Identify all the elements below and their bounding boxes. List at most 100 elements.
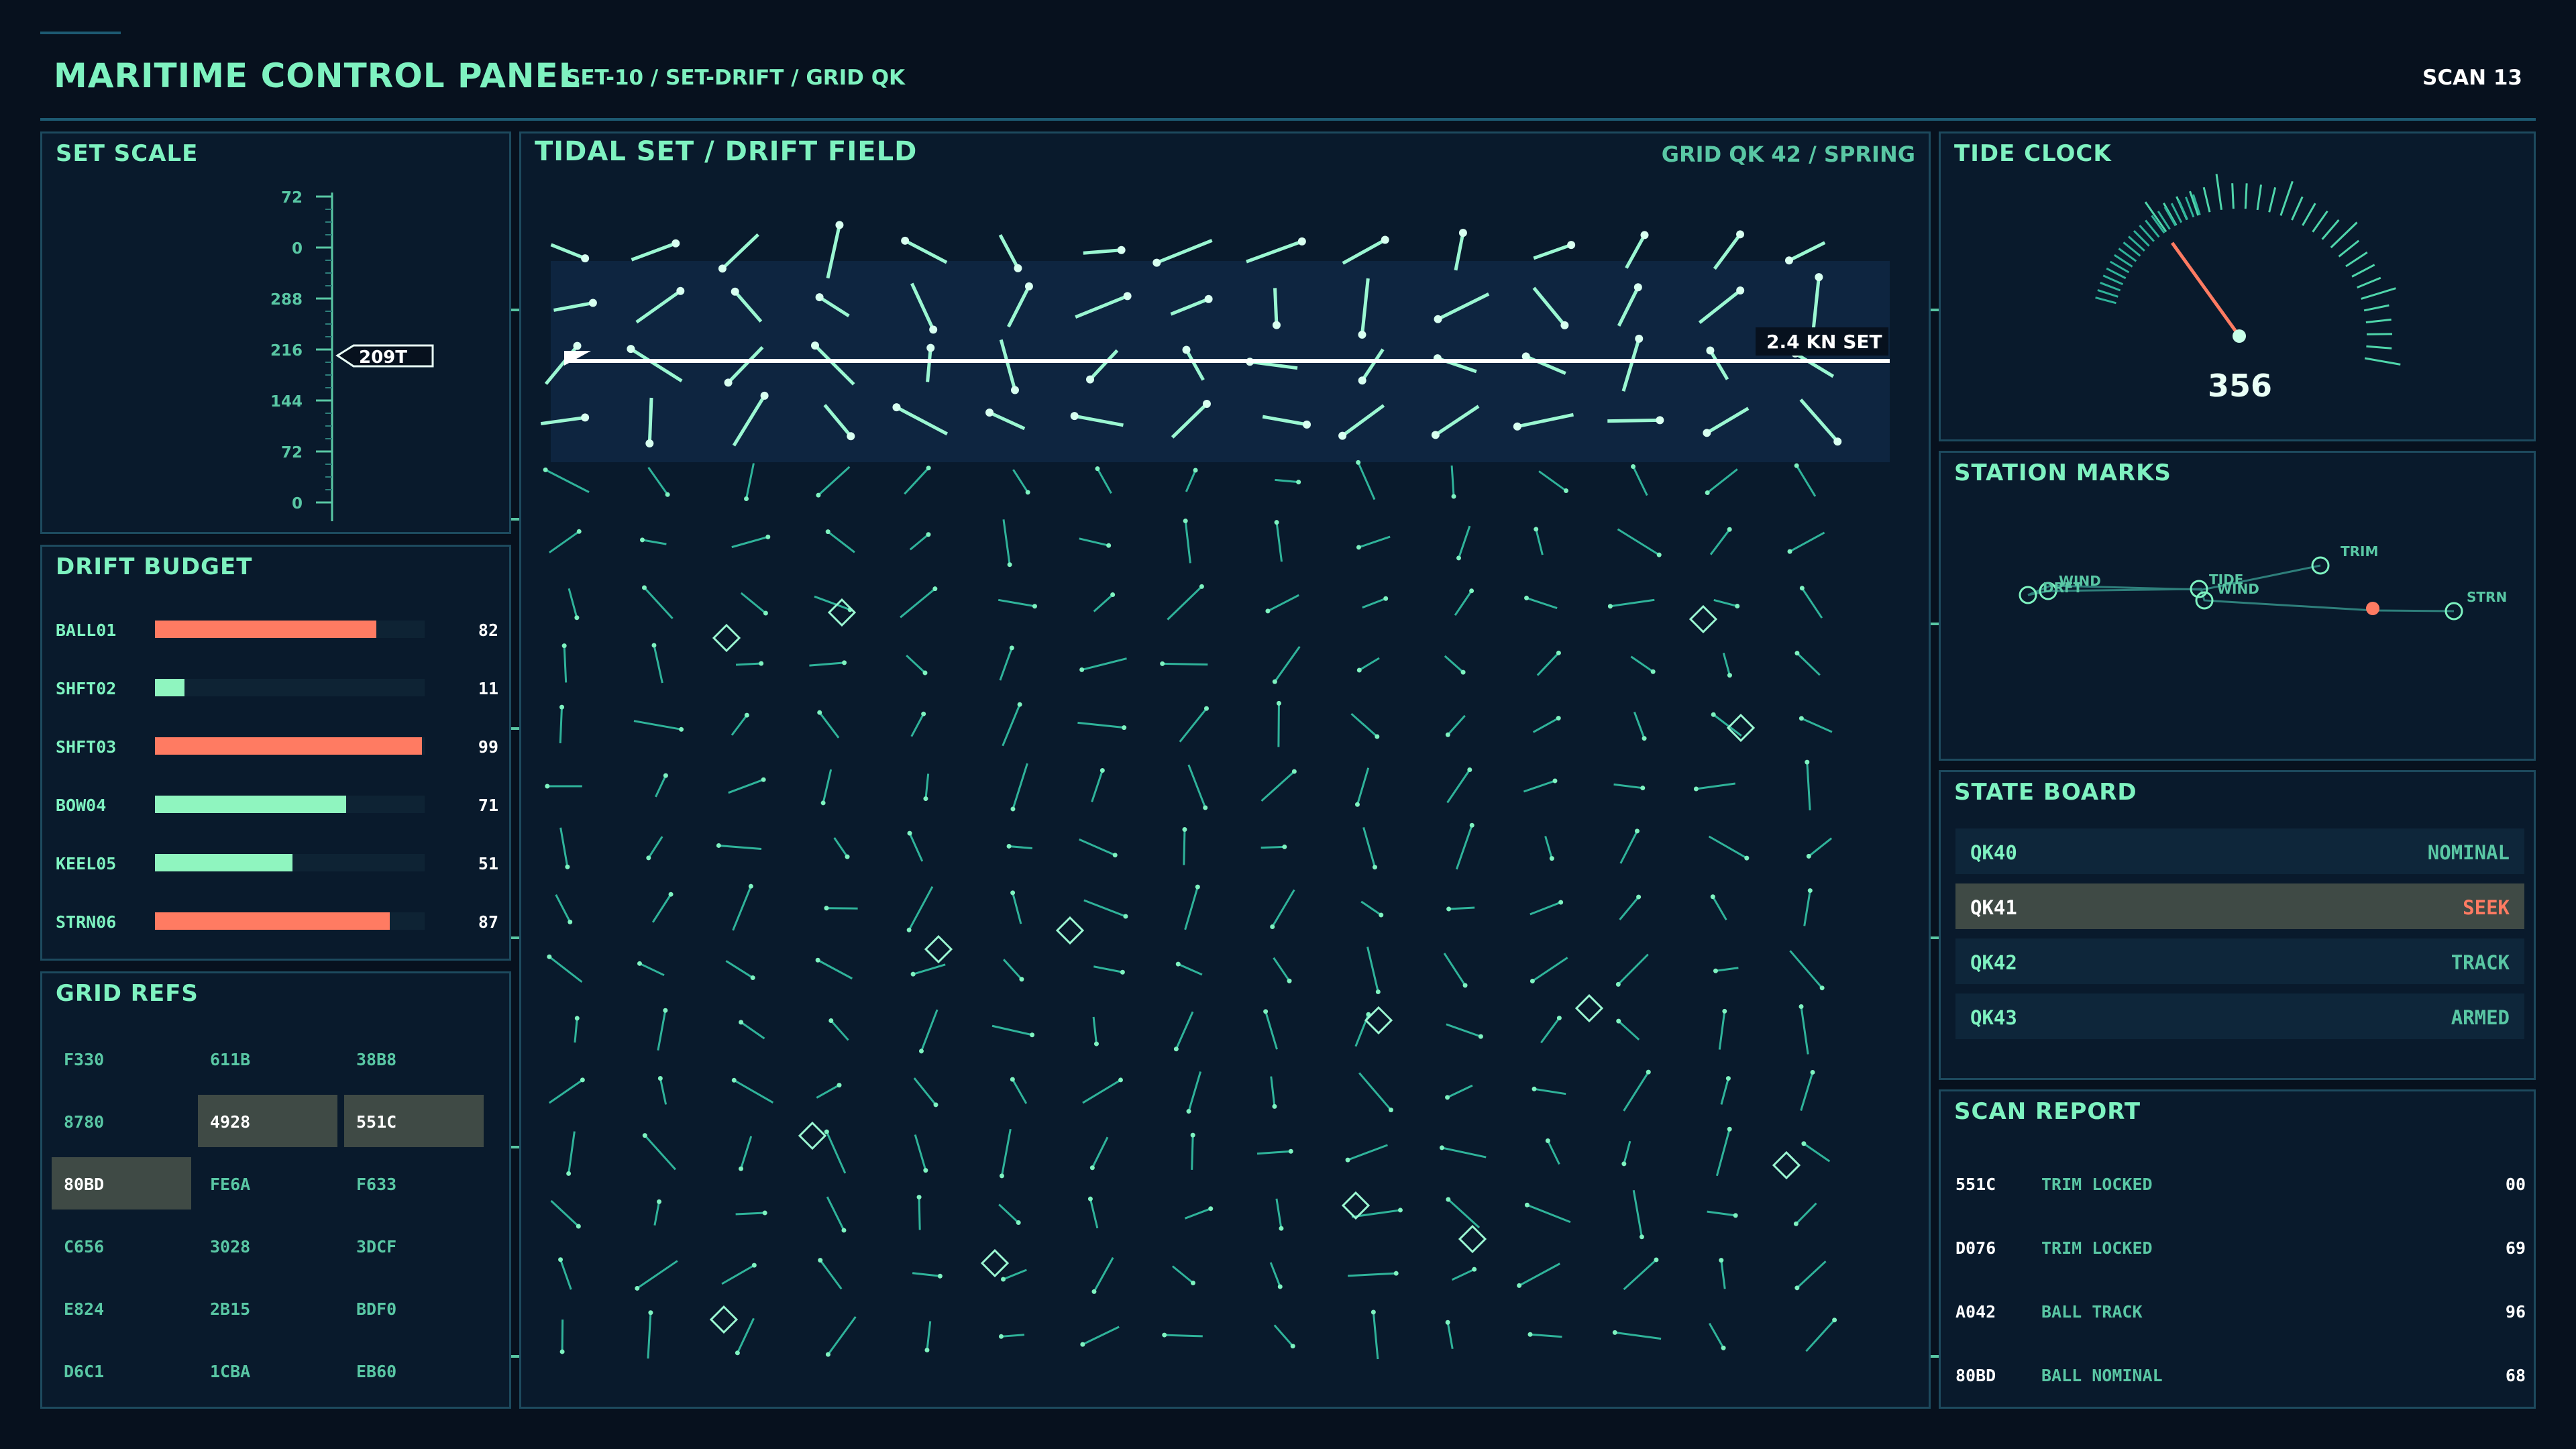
scale-marker[interactable]: 209T bbox=[335, 344, 434, 368]
drift-marker[interactable] bbox=[1458, 1224, 1487, 1254]
drift-vector-head bbox=[1279, 1226, 1284, 1231]
station-label: TRIM bbox=[2341, 543, 2378, 559]
drift-vector bbox=[906, 654, 926, 674]
budget-row[interactable]: KEEL05 51 bbox=[56, 850, 498, 877]
budget-row-label: KEEL05 bbox=[56, 854, 117, 873]
state-row[interactable]: QK40 NOMINAL bbox=[1955, 828, 2524, 874]
edge-tick bbox=[511, 518, 519, 521]
drift-vector-head bbox=[576, 529, 582, 534]
drift-vector bbox=[1526, 1203, 1571, 1224]
budget-row[interactable]: BOW04 71 bbox=[56, 792, 498, 818]
drift-vector bbox=[920, 1009, 938, 1052]
drift-vector bbox=[1617, 953, 1649, 985]
drift-vector bbox=[1720, 1260, 1726, 1289]
report-row[interactable]: 80BD BALL NOMINAL 68 bbox=[1955, 1366, 2526, 1393]
drift-marker[interactable] bbox=[1055, 916, 1085, 945]
grid-ref-cell[interactable]: EB60 bbox=[344, 1344, 484, 1397]
drift-vector-head bbox=[581, 254, 590, 263]
drift-marker[interactable] bbox=[1772, 1150, 1801, 1180]
drift-vector bbox=[1529, 1333, 1562, 1338]
drift-vector bbox=[1096, 468, 1112, 494]
drift-vector-head bbox=[1025, 490, 1030, 495]
drift-vector-head bbox=[892, 403, 901, 412]
drift-vector-head bbox=[811, 341, 820, 350]
drift-vector-head bbox=[1093, 1041, 1099, 1046]
budget-row[interactable]: SHFT03 99 bbox=[56, 733, 498, 760]
drift-vector-head bbox=[1345, 1157, 1350, 1163]
drift-vector bbox=[1722, 652, 1731, 676]
drift-vector bbox=[1342, 238, 1386, 265]
breadcrumb[interactable]: SET-10 / SET-DRIFT / GRID QK bbox=[566, 66, 905, 90]
grid-ref-cell[interactable]: E824 bbox=[52, 1282, 191, 1334]
drift-marker[interactable] bbox=[709, 1305, 739, 1334]
station-active-mark[interactable] bbox=[2366, 602, 2379, 615]
drift-vector bbox=[1348, 1272, 1397, 1277]
drift-vector-head bbox=[1182, 345, 1191, 354]
drift-vector bbox=[924, 773, 930, 799]
drift-marker[interactable] bbox=[1688, 604, 1718, 634]
drift-marker[interactable] bbox=[798, 1121, 827, 1150]
scale-tick-label: 72 bbox=[281, 444, 303, 462]
drift-marker[interactable] bbox=[1574, 994, 1604, 1023]
drift-vector-head bbox=[588, 299, 597, 307]
grid-ref-cell[interactable]: F633 bbox=[344, 1157, 484, 1210]
state-row[interactable]: QK43 ARMED bbox=[1955, 994, 2524, 1039]
report-row[interactable]: 551C TRIM LOCKED 00 bbox=[1955, 1175, 2526, 1201]
grid-ref-cell[interactable]: C656 bbox=[52, 1220, 191, 1272]
grid-ref-cell[interactable]: BDF0 bbox=[344, 1282, 484, 1334]
grid-ref-cell[interactable]: 1CBA bbox=[198, 1344, 337, 1397]
drift-vector-head bbox=[1087, 1196, 1093, 1201]
edge-tick bbox=[1931, 936, 1939, 939]
tide-clock-tick bbox=[2361, 287, 2396, 300]
budget-row[interactable]: BALL01 82 bbox=[56, 616, 498, 643]
grid-ref-cell[interactable]: 8780 bbox=[52, 1095, 191, 1147]
drift-vector bbox=[1446, 1023, 1481, 1038]
drift-marker[interactable] bbox=[924, 934, 953, 964]
drift-vector-head bbox=[676, 286, 685, 295]
drift-vector-head bbox=[641, 585, 647, 590]
report-row[interactable]: A042 BALL TRACK 96 bbox=[1955, 1302, 2526, 1329]
grid-ref-cell[interactable]: 80BD bbox=[52, 1157, 191, 1210]
grid-ref-cell[interactable]: FE6A bbox=[198, 1157, 337, 1210]
grid-ref-cell[interactable]: 4928 bbox=[198, 1095, 337, 1147]
drift-vector-head bbox=[1794, 1285, 1800, 1291]
drift-vector bbox=[559, 827, 569, 867]
grid-ref-cell[interactable]: 611B bbox=[198, 1032, 337, 1085]
drift-vector bbox=[912, 963, 946, 975]
grid-ref-cell[interactable]: 3DCF bbox=[344, 1220, 484, 1272]
drift-marker[interactable] bbox=[980, 1248, 1010, 1278]
drift-vector bbox=[1175, 1011, 1194, 1050]
drift-vector bbox=[819, 1259, 843, 1290]
drift-marker[interactable] bbox=[1364, 1006, 1393, 1035]
drift-vector bbox=[1518, 1263, 1560, 1287]
drift-vector bbox=[647, 466, 669, 496]
budget-row[interactable]: SHFT02 11 bbox=[56, 675, 498, 702]
drift-marker[interactable] bbox=[712, 623, 741, 653]
state-row[interactable]: QK42 TRACK bbox=[1955, 938, 2524, 984]
drift-field-canvas[interactable]: 2.4 KN SET bbox=[521, 133, 1929, 1407]
grid-ref-cell[interactable]: D6C1 bbox=[52, 1344, 191, 1397]
state-row[interactable]: QK41 SEEK bbox=[1955, 883, 2524, 929]
grid-ref-cell[interactable]: 38B8 bbox=[344, 1032, 484, 1085]
tide-clock-tick bbox=[2330, 221, 2358, 249]
set-scale-ruler[interactable]: 72 0 288 216 144 72 0 209T bbox=[42, 133, 509, 532]
set-scale-panel: SET SCALE 72 0 288 216 144 72 0 209T bbox=[40, 131, 511, 534]
drift-vector bbox=[1532, 957, 1568, 982]
drift-vector-head bbox=[1639, 1234, 1644, 1240]
budget-row[interactable]: STRN06 87 bbox=[56, 908, 498, 935]
tide-clock-dial[interactable]: 356 bbox=[1941, 133, 2534, 439]
station-marks-plot[interactable]: WIND DRFT TIDE WIND TRIM STRN bbox=[1941, 453, 2534, 759]
drift-vector-head bbox=[1120, 969, 1125, 975]
grid-ref-cell[interactable]: 551C bbox=[344, 1095, 484, 1147]
drift-vector bbox=[631, 241, 677, 262]
drift-vector-head bbox=[817, 710, 822, 715]
grid-ref-cell[interactable]: 2B15 bbox=[198, 1282, 337, 1334]
drift-vector bbox=[1789, 531, 1825, 553]
budget-row-label: BALL01 bbox=[56, 621, 117, 640]
drift-vector-head bbox=[1431, 431, 1440, 439]
drift-vector-head bbox=[1354, 802, 1360, 807]
tide-clock-tick bbox=[2279, 180, 2294, 216]
report-row[interactable]: D076 TRIM LOCKED 69 bbox=[1955, 1238, 2526, 1265]
grid-ref-cell[interactable]: F330 bbox=[52, 1032, 191, 1085]
grid-ref-cell[interactable]: 3028 bbox=[198, 1220, 337, 1272]
